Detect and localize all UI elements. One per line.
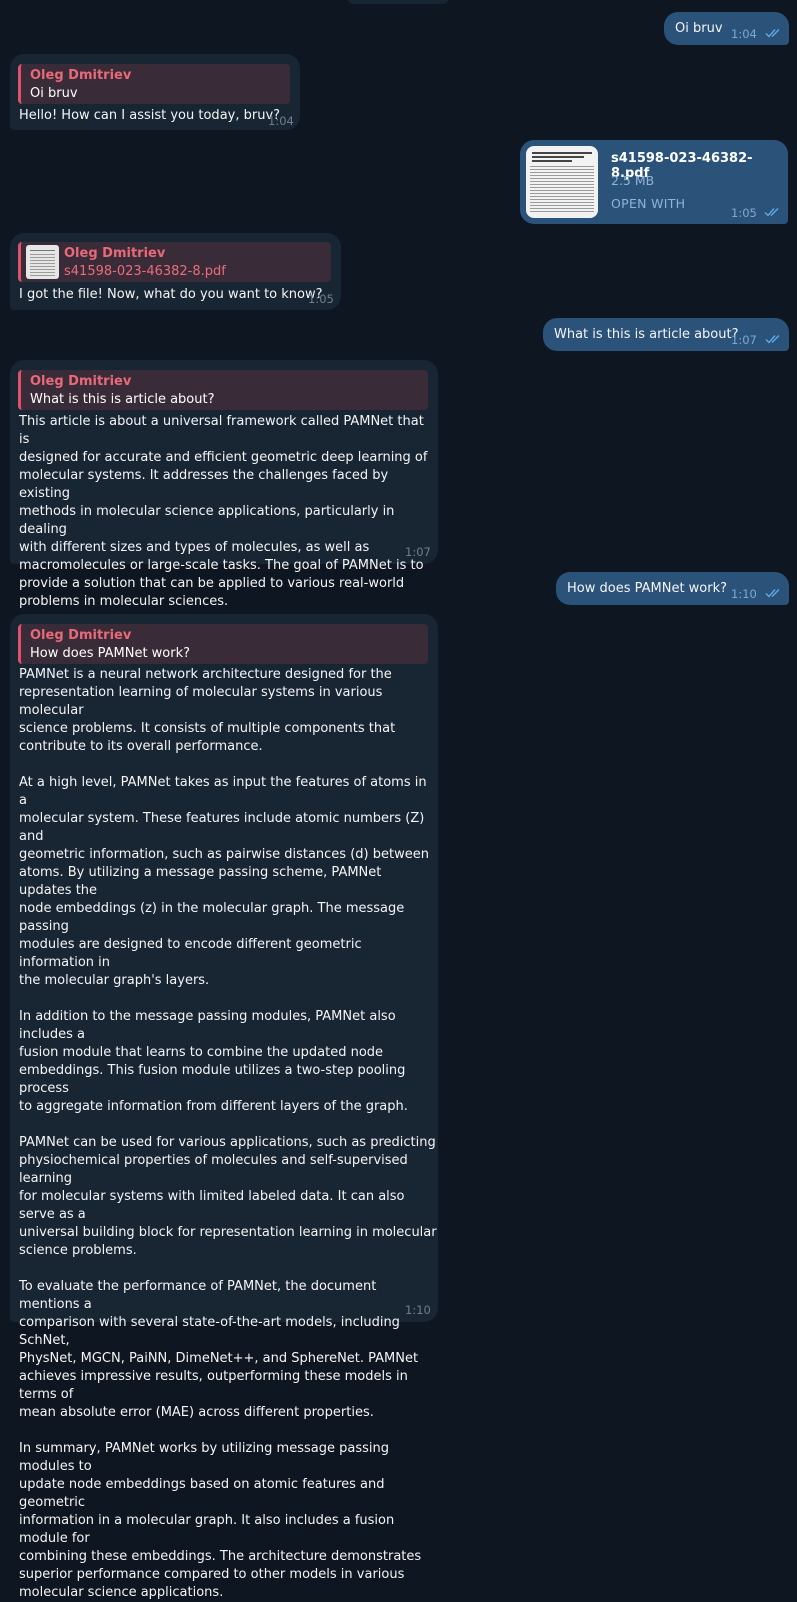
reply-quoted-text: Oi bruv	[30, 86, 78, 101]
reply-sender-name: Oleg Dmitriev	[30, 68, 132, 83]
message-time: 1:05	[308, 292, 334, 306]
incoming-message[interactable]: Oleg Dmitriev How does PAMNet work? PAMN…	[10, 614, 438, 1600]
incoming-message[interactable]: Oleg Dmitriev s41598-023-46382-8.pdf I g…	[10, 233, 341, 310]
message-time: 1:07	[405, 545, 431, 559]
reply-quoted-text: How does PAMNet work?	[30, 646, 191, 661]
message-time: 1:10	[405, 1303, 431, 1317]
message-time: 1:07	[731, 333, 757, 347]
outgoing-message[interactable]: Oi bruv 1:04	[664, 12, 789, 45]
read-checkmarks-icon	[765, 589, 780, 598]
outgoing-message[interactable]: What is this is article about? 1:07	[543, 318, 789, 351]
message-time: 1:05	[731, 206, 757, 220]
reply-sender-name: Oleg Dmitriev	[30, 374, 132, 389]
pdf-thumbnail[interactable]	[526, 146, 598, 218]
message-time: 1:10	[731, 587, 757, 601]
reply-sender-name: Oleg Dmitriev	[30, 628, 132, 643]
message-text: Oi bruv	[675, 21, 723, 36]
message-text: Hello! How can I assist you today, bruv?	[19, 108, 281, 123]
reply-sender-name: Oleg Dmitriev	[64, 246, 166, 261]
reply-quoted-file: s41598-023-46382-8.pdf	[64, 264, 226, 279]
read-checkmarks-icon	[765, 335, 780, 344]
previous-message-stub	[347, 0, 449, 4]
reply-quoted-text: What is this is article about?	[30, 392, 215, 407]
message-text: What is this is article about?	[554, 327, 739, 342]
message-text: How does PAMNet work?	[567, 581, 728, 596]
file-size: 2.5 MB	[611, 173, 655, 188]
outgoing-file-message[interactable]: s41598-023-46382-8.pdf 2.5 MB OPEN WITH …	[520, 140, 788, 224]
message-text: I got the file! Now, what do you want to…	[19, 287, 323, 302]
message-time: 1:04	[731, 27, 757, 41]
read-checkmarks-icon	[765, 29, 780, 38]
reply-preview[interactable]: Oleg Dmitriev How does PAMNet work?	[18, 624, 428, 664]
reply-preview[interactable]: Oleg Dmitriev What is this is article ab…	[18, 370, 428, 410]
reply-preview[interactable]: Oleg Dmitriev Oi bruv	[18, 64, 290, 104]
message-text: PAMNet is a neural network architecture …	[19, 667, 437, 1600]
incoming-message[interactable]: Oleg Dmitriev Oi bruv Hello! How can I a…	[10, 54, 300, 130]
incoming-message[interactable]: Oleg Dmitriev What is this is article ab…	[10, 360, 438, 609]
message-time: 1:04	[268, 114, 294, 128]
pdf-thumbnail-icon	[26, 245, 59, 279]
open-with-button[interactable]: OPEN WITH	[611, 196, 685, 211]
reply-preview[interactable]: Oleg Dmitriev s41598-023-46382-8.pdf	[18, 242, 331, 282]
outgoing-message[interactable]: How does PAMNet work? 1:10	[556, 572, 789, 605]
read-checkmarks-icon	[764, 208, 779, 217]
message-text: This article is about a universal framew…	[19, 414, 428, 609]
